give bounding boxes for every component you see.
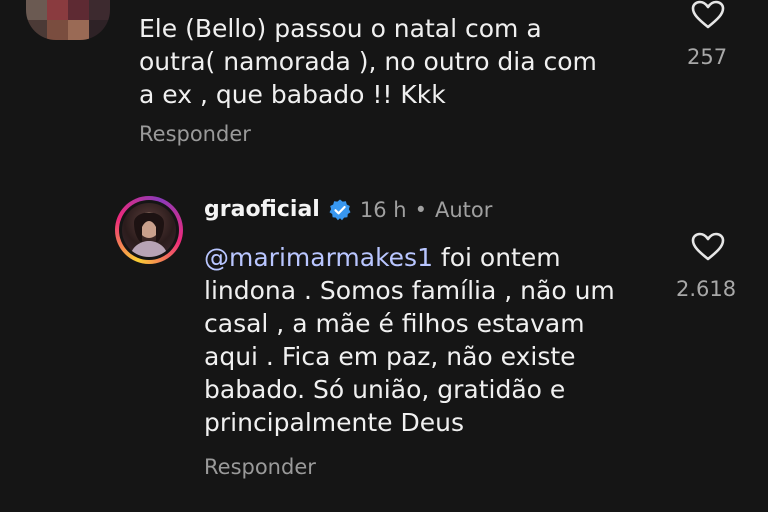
heart-outline-icon[interactable] (691, 232, 725, 262)
comment-text: Ele (Bello) passou o natal com a outra( … (139, 14, 597, 109)
reply-text-body: foi ontem lindona . Somos família , não … (204, 243, 615, 437)
reply-button[interactable]: Responder (139, 122, 251, 146)
avatar[interactable] (115, 196, 183, 264)
like-count: 2.618 (676, 277, 737, 301)
comments-thread: Ele (Bello) passou o natal com a outra( … (0, 0, 768, 512)
meta-separator: • (414, 197, 427, 222)
comment-time: 16 h (359, 197, 407, 222)
mention-link[interactable]: @marimarmakes1 (204, 243, 433, 272)
reply-button[interactable]: Responder (204, 455, 316, 479)
verified-badge-icon (329, 199, 351, 220)
comment-header: graoficial 16 h • Autor (204, 197, 492, 222)
like-count: 257 (687, 45, 728, 69)
username[interactable]: graoficial (204, 197, 320, 222)
profile-photo (122, 203, 176, 257)
heart-outline-icon[interactable] (691, 0, 725, 30)
author-tag: Autor (434, 197, 493, 222)
commenter-avatar-pixelated[interactable] (26, 0, 110, 40)
reply-comment-text: @marimarmakes1 foi ontem lindona . Somos… (204, 241, 674, 439)
